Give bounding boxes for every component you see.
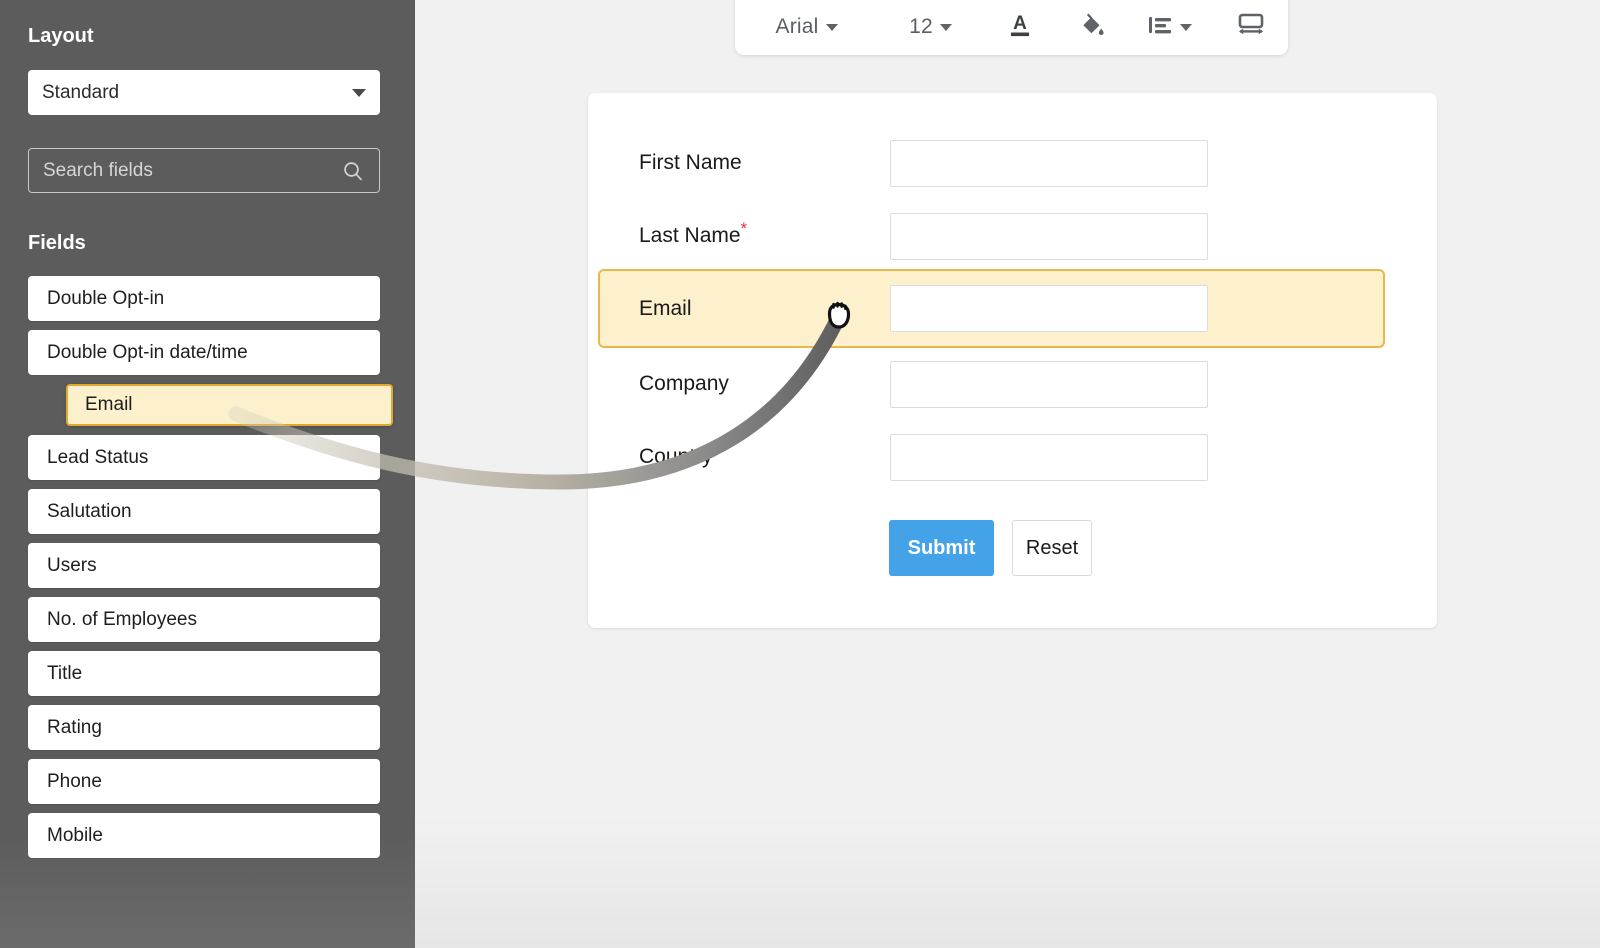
formatting-toolbar: Arial 12 A <box>735 0 1288 55</box>
form-row[interactable]: Country <box>600 424 1425 490</box>
text-color-button[interactable]: A <box>983 7 1057 47</box>
form-preview-card: First Name Last Name* Email Company Coun… <box>588 93 1437 628</box>
field-label-text: Last Name <box>639 224 741 247</box>
country-input[interactable] <box>890 434 1208 481</box>
fields-sidebar: Layout Standard Search fields Fields Dou… <box>0 0 415 948</box>
field-chip-label: Mobile <box>47 825 103 847</box>
field-chip-label: Salutation <box>47 501 132 523</box>
field-chip-dragging[interactable]: Email <box>66 384 393 426</box>
first-name-input[interactable] <box>890 140 1208 187</box>
layout-heading: Layout <box>28 25 94 48</box>
chevron-down-icon <box>940 24 952 31</box>
field-chip[interactable]: Double Opt-in <box>28 276 380 321</box>
field-width-button[interactable] <box>1214 7 1288 47</box>
form-row[interactable]: Company <box>600 351 1425 417</box>
last-name-input[interactable] <box>890 213 1208 260</box>
field-chip[interactable]: Title <box>28 651 380 696</box>
field-label: Last Name* <box>600 224 890 248</box>
field-chip-label: Double Opt-in <box>47 288 164 310</box>
font-size-dropdown[interactable]: 12 <box>878 7 983 47</box>
submit-button[interactable]: Submit <box>889 520 994 576</box>
layout-select-value: Standard <box>42 82 352 104</box>
font-size-value: 12 <box>909 15 933 39</box>
field-chip[interactable]: Salutation <box>28 489 380 534</box>
fill-color-icon <box>1078 11 1106 44</box>
field-chip-label: Lead Status <box>47 447 148 469</box>
search-icon[interactable] <box>341 159 365 183</box>
field-label: First Name <box>600 151 890 175</box>
fill-color-button[interactable] <box>1057 7 1126 47</box>
svg-text:A: A <box>1013 13 1027 34</box>
form-row-drop-target[interactable]: Email <box>598 269 1385 348</box>
field-chip[interactable]: Lead Status <box>28 435 380 480</box>
field-chip-label: Users <box>47 555 97 577</box>
field-chip-label: Double Opt-in date/time <box>47 342 248 364</box>
field-chip[interactable]: Users <box>28 543 380 588</box>
font-family-dropdown[interactable]: Arial <box>735 7 878 47</box>
form-actions: Submit Reset <box>889 520 1092 576</box>
field-chip[interactable]: Double Opt-in date/time <box>28 330 380 375</box>
form-row[interactable]: Last Name* <box>600 203 1425 269</box>
fields-heading: Fields <box>28 232 86 255</box>
align-left-icon <box>1147 13 1173 42</box>
field-label: Company <box>600 372 890 396</box>
reset-button[interactable]: Reset <box>1012 520 1092 576</box>
field-chip[interactable]: Phone <box>28 759 380 804</box>
field-chip-label: Phone <box>47 771 102 793</box>
field-chip[interactable]: Rating <box>28 705 380 750</box>
search-input-placeholder: Search fields <box>43 160 341 182</box>
field-chip-label: No. of Employees <box>47 609 197 631</box>
field-chip[interactable]: No. of Employees <box>28 597 380 642</box>
form-row[interactable]: First Name <box>600 130 1425 196</box>
field-chip-label: Rating <box>47 717 102 739</box>
required-marker: * <box>741 219 748 238</box>
chevron-down-icon <box>826 24 838 31</box>
search-fields-input[interactable]: Search fields <box>28 148 380 193</box>
chevron-down-icon <box>352 89 366 97</box>
app-canvas: Layout Standard Search fields Fields Dou… <box>0 0 1600 948</box>
grabbing-hand-cursor <box>822 297 856 335</box>
field-list: Double Opt-in Double Opt-in date/time Emai… <box>0 276 415 867</box>
email-input[interactable] <box>890 285 1208 332</box>
company-input[interactable] <box>890 361 1208 408</box>
text-align-dropdown[interactable] <box>1126 7 1214 47</box>
text-color-icon: A <box>1006 10 1034 45</box>
field-label: Country <box>600 445 890 469</box>
layout-select[interactable]: Standard <box>28 70 380 115</box>
font-family-value: Arial <box>776 15 819 39</box>
field-chip[interactable]: Mobile <box>28 813 380 858</box>
field-chip-label: Title <box>47 663 82 685</box>
field-chip-label: Email <box>85 394 133 416</box>
field-width-icon <box>1236 11 1266 44</box>
chevron-down-icon <box>1180 24 1192 31</box>
